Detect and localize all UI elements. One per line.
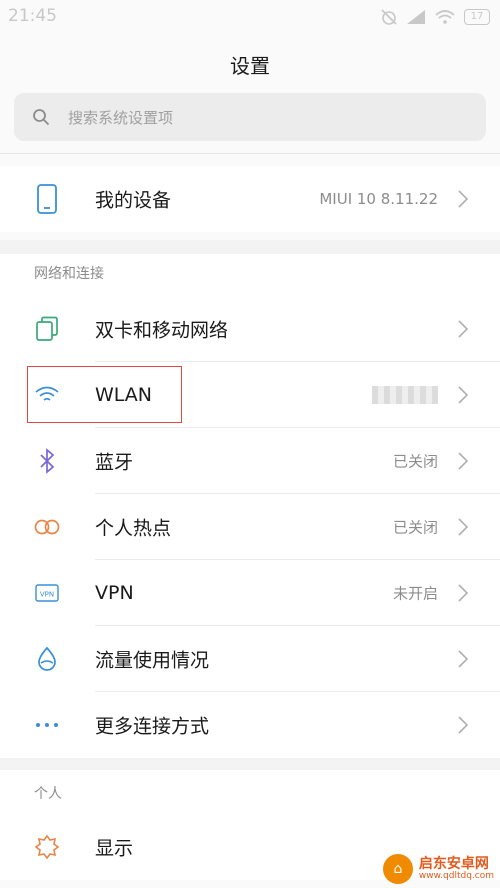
battery-indicator: 17 — [464, 9, 490, 25]
hotspot-row[interactable]: 个人热点 已关闭 — [0, 494, 500, 560]
page-title: 设置 — [230, 54, 270, 78]
watermark-logo-icon: ⌂ — [382, 854, 413, 884]
display-icon — [30, 830, 64, 864]
data-usage-row[interactable]: 流量使用情况 — [0, 626, 500, 692]
chevron-right-icon — [458, 650, 469, 668]
svg-text:VPN: VPN — [40, 591, 54, 599]
vpn-row[interactable]: VPN VPN 未开启 — [0, 560, 500, 626]
vpn-status: 未开启 — [392, 584, 438, 603]
phone-icon — [30, 182, 64, 216]
watermark-name: 启东安卓网 — [418, 855, 489, 872]
section-gap — [0, 758, 500, 770]
section-title: 网络和连接 — [34, 266, 104, 282]
section-gap — [0, 240, 500, 254]
hotspot-label: 个人热点 — [95, 517, 172, 540]
wifi-status-icon — [435, 10, 455, 24]
bluetooth-label: 蓝牙 — [95, 451, 134, 474]
more-icon — [30, 708, 64, 742]
divider — [0, 153, 500, 154]
status-time: 21:45 — [8, 6, 57, 26]
watermark-url: www.qdltdq.com — [418, 870, 494, 881]
chevron-right-icon — [458, 452, 469, 470]
more-connections-row[interactable]: 更多连接方式 — [0, 692, 500, 758]
chevron-right-icon — [458, 190, 469, 208]
dual-sim-label: 双卡和移动网络 — [95, 319, 229, 342]
vpn-icon: VPN — [30, 576, 64, 610]
bluetooth-icon — [30, 444, 64, 478]
hotspot-status: 已关闭 — [392, 518, 438, 537]
search-input[interactable]: 搜索系统设置项 — [14, 93, 486, 141]
section-title: 个人 — [34, 786, 62, 802]
chevron-right-icon — [458, 716, 469, 734]
bluetooth-status: 已关闭 — [392, 452, 438, 471]
wlan-network-name-redacted — [372, 386, 438, 404]
my-device-value: MIUI 10 8.11.22 — [319, 190, 438, 208]
dual-sim-row[interactable]: 双卡和移动网络 — [0, 296, 500, 362]
vpn-label: VPN — [95, 582, 134, 604]
bluetooth-row[interactable]: 蓝牙 已关闭 — [0, 428, 500, 494]
wlan-highlight-annotation — [27, 366, 182, 423]
chevron-right-icon — [458, 320, 469, 338]
site-watermark: ⌂ 启东安卓网 www.qdltdq.com — [382, 854, 494, 884]
status-icons: 17 — [380, 8, 490, 26]
status-bar: 21:45 17 — [0, 0, 500, 34]
chevron-right-icon — [458, 518, 469, 536]
data-usage-label: 流量使用情况 — [95, 649, 210, 672]
search-placeholder: 搜索系统设置项 — [68, 108, 174, 127]
data-usage-icon — [30, 642, 64, 676]
signal-icon — [407, 10, 425, 24]
my-device-row[interactable]: 我的设备 MIUI 10 8.11.22 — [0, 166, 500, 232]
search-icon — [33, 109, 50, 126]
more-connections-label: 更多连接方式 — [95, 715, 210, 738]
dual-sim-icon — [30, 312, 64, 346]
hotspot-icon — [30, 510, 64, 544]
section-header-personal: 个人 — [0, 770, 500, 814]
my-device-label: 我的设备 — [95, 189, 172, 212]
alarm-off-icon — [381, 9, 397, 25]
display-label: 显示 — [95, 837, 134, 860]
chevron-right-icon — [458, 386, 469, 404]
chevron-right-icon — [458, 584, 469, 602]
section-header-network: 网络和连接 — [0, 254, 500, 296]
